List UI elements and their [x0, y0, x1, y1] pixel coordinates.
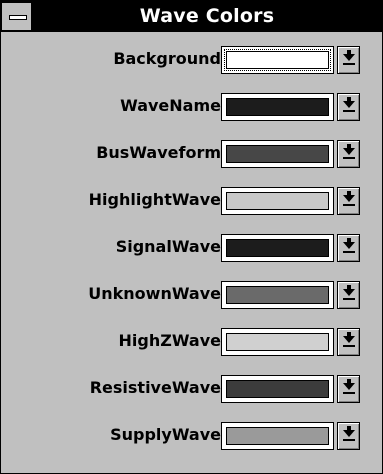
highzwave-label: HighZWave [118, 331, 221, 350]
signalwave-label: SignalWave [115, 237, 221, 256]
arrow-underline [343, 298, 355, 300]
arrow-underline [343, 345, 355, 347]
row-resistivewave: ResistiveWave [9, 370, 366, 408]
unknownwave-color-dropdown[interactable] [221, 281, 366, 309]
signalwave-dropdown-button[interactable] [337, 234, 360, 262]
arrow-underline [343, 392, 355, 394]
dropdown-arrow-icon [343, 148, 355, 155]
arrow-underline [343, 251, 355, 253]
wavename-label: WaveName [120, 96, 221, 115]
unknownwave-color-field[interactable] [221, 281, 334, 309]
window-title: Wave Colors [139, 5, 275, 27]
arrow-underline [343, 204, 355, 206]
background-color-swatch [226, 51, 329, 69]
buswaveform-color-swatch [226, 145, 329, 163]
buswaveform-color-field[interactable] [221, 140, 334, 168]
row-supplywave: SupplyWave [9, 417, 366, 455]
dropdown-arrow-icon [343, 383, 355, 390]
wave-colors-window: Wave Colors Background WaveName BusWavefor… [0, 0, 383, 474]
system-menu-button[interactable] [2, 3, 32, 30]
supplywave-label: SupplyWave [110, 425, 221, 444]
dropdown-arrow-icon [343, 101, 355, 108]
supplywave-color-dropdown[interactable] [221, 422, 366, 450]
arrow-underline [343, 439, 355, 441]
resistivewave-color-swatch [226, 380, 329, 398]
title-bar: Wave Colors [1, 1, 382, 32]
signalwave-color-swatch [226, 239, 329, 257]
buswaveform-dropdown-button[interactable] [337, 140, 360, 168]
signalwave-color-dropdown[interactable] [221, 234, 366, 262]
background-color-field[interactable] [221, 46, 334, 74]
row-background: Background [9, 41, 366, 79]
color-settings-list: Background WaveName BusWaveform HighlightWa… [9, 41, 366, 461]
row-signalwave: SignalWave [9, 229, 366, 267]
resistivewave-dropdown-button[interactable] [337, 375, 360, 403]
dropdown-arrow-icon [343, 430, 355, 437]
dropdown-arrow-icon [343, 289, 355, 296]
system-menu-icon [9, 15, 27, 20]
unknownwave-color-swatch [226, 286, 329, 304]
highlightwave-color-swatch [226, 192, 329, 210]
highlightwave-dropdown-button[interactable] [337, 187, 360, 215]
wavename-dropdown-button[interactable] [337, 93, 360, 121]
highzwave-dropdown-button[interactable] [337, 328, 360, 356]
row-highlightwave: HighlightWave [9, 182, 366, 220]
wavename-color-field[interactable] [221, 93, 334, 121]
arrow-underline [343, 110, 355, 112]
highlightwave-label: HighlightWave [88, 190, 221, 209]
row-unknownwave: UnknownWave [9, 276, 366, 314]
background-label: Background [113, 49, 221, 68]
arrow-underline [343, 63, 355, 65]
highlightwave-color-dropdown[interactable] [221, 187, 366, 215]
resistivewave-label: ResistiveWave [89, 378, 221, 397]
row-buswaveform: BusWaveform [9, 135, 366, 173]
resistivewave-color-dropdown[interactable] [221, 375, 366, 403]
supplywave-dropdown-button[interactable] [337, 422, 360, 450]
background-dropdown-button[interactable] [337, 46, 360, 74]
highzwave-color-field[interactable] [221, 328, 334, 356]
supplywave-color-swatch [226, 427, 329, 445]
highzwave-color-dropdown[interactable] [221, 328, 366, 356]
dropdown-arrow-icon [343, 336, 355, 343]
highzwave-color-swatch [226, 333, 329, 351]
signalwave-color-field[interactable] [221, 234, 334, 262]
supplywave-color-field[interactable] [221, 422, 334, 450]
highlightwave-color-field[interactable] [221, 187, 334, 215]
wavename-color-swatch [226, 98, 329, 116]
dropdown-arrow-icon [343, 242, 355, 249]
buswaveform-label: BusWaveform [96, 143, 221, 162]
row-highzwave: HighZWave [9, 323, 366, 361]
dropdown-arrow-icon [343, 54, 355, 61]
background-color-dropdown[interactable] [221, 46, 366, 74]
buswaveform-color-dropdown[interactable] [221, 140, 366, 168]
unknownwave-label: UnknownWave [88, 284, 221, 303]
dropdown-arrow-icon [343, 195, 355, 202]
wavename-color-dropdown[interactable] [221, 93, 366, 121]
arrow-underline [343, 157, 355, 159]
unknownwave-dropdown-button[interactable] [337, 281, 360, 309]
resistivewave-color-field[interactable] [221, 375, 334, 403]
row-wavename: WaveName [9, 88, 366, 126]
